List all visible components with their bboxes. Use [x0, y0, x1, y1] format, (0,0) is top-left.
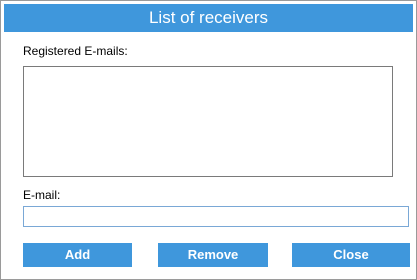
email-label: E-mail:: [23, 188, 61, 202]
close-button[interactable]: Close: [292, 243, 410, 267]
add-button[interactable]: Add: [23, 243, 132, 267]
receivers-dialog: List of receivers Registered E-mails: E-…: [0, 0, 417, 280]
registered-emails-label: Registered E-mails:: [23, 44, 128, 58]
email-input[interactable]: [23, 206, 409, 227]
remove-button[interactable]: Remove: [158, 243, 268, 267]
dialog-title: List of receivers: [4, 4, 413, 32]
registered-emails-list[interactable]: [23, 66, 393, 177]
